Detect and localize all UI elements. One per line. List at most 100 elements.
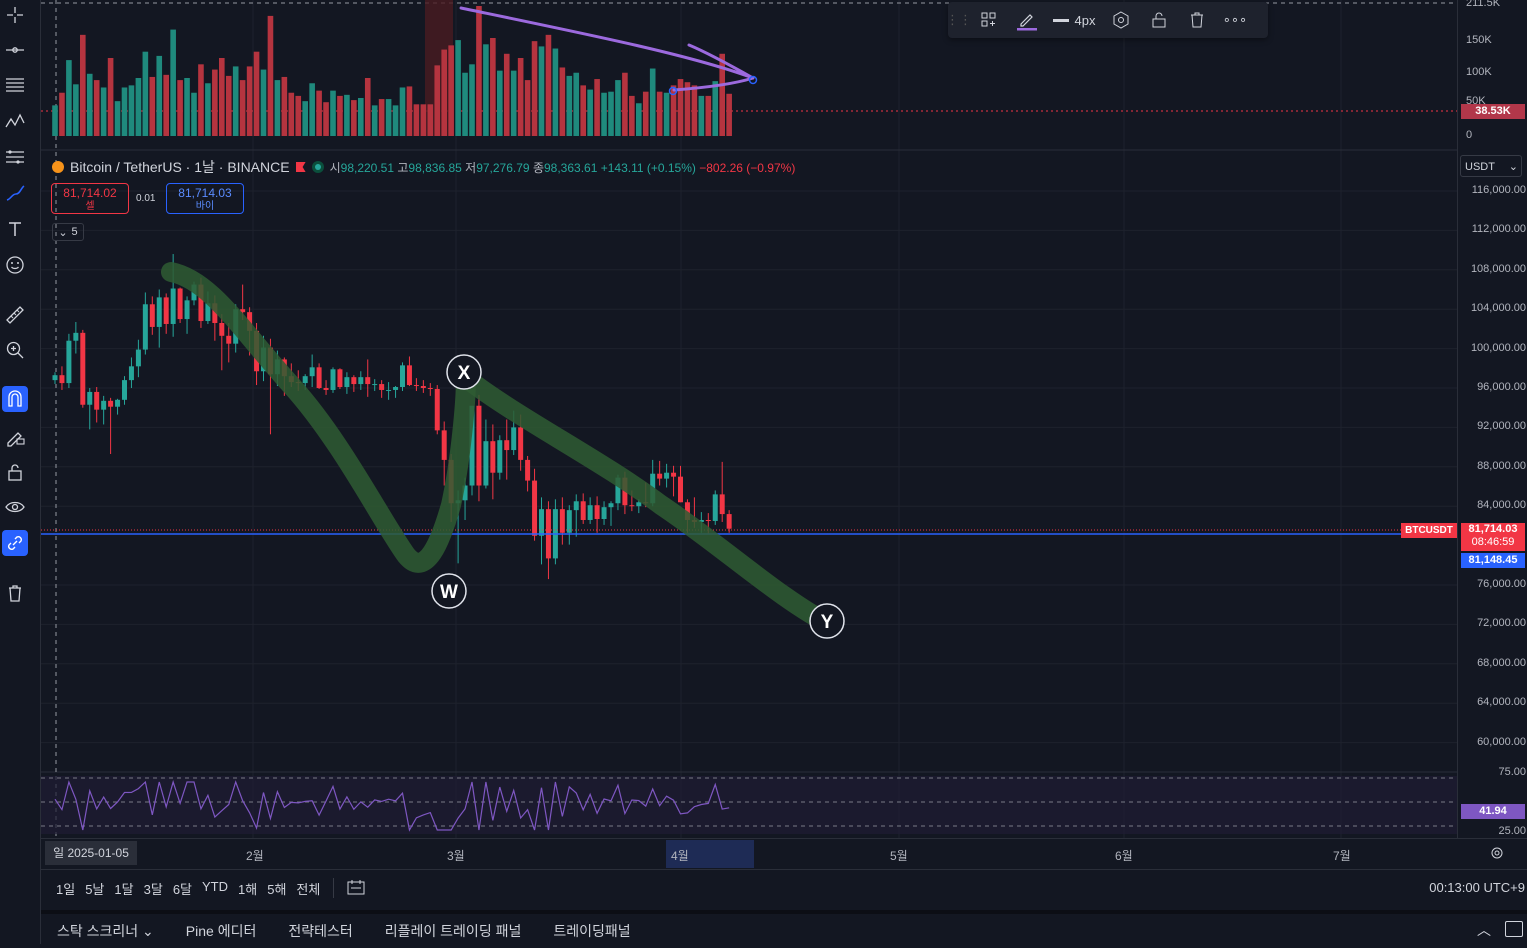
candle-body bbox=[511, 427, 517, 451]
bottom-panel-tabs: 스탁 스크리너 ⌄ Pine 에디터 전략테스터 리플레이 트레이딩 패널 트레이딩패널… bbox=[41, 910, 1527, 948]
drag-handle-icon[interactable]: ⋮⋮ bbox=[946, 5, 972, 35]
trend-line-icon[interactable] bbox=[2, 37, 28, 63]
price-axis-label: 96,000.00 bbox=[1477, 381, 1526, 393]
line-width-button[interactable]: 4px bbox=[1046, 5, 1102, 35]
candle-body bbox=[490, 441, 496, 473]
volume-bar bbox=[184, 78, 190, 136]
magnet-icon[interactable] bbox=[2, 386, 28, 412]
volume-bar bbox=[128, 85, 135, 136]
volume-bar bbox=[351, 100, 357, 136]
candle-body bbox=[705, 519, 711, 521]
text-icon[interactable] bbox=[2, 216, 28, 242]
range-button[interactable]: 6달 bbox=[168, 879, 197, 898]
templates-icon[interactable] bbox=[970, 5, 1008, 35]
range-button[interactable]: 1해 bbox=[233, 879, 262, 898]
brush-icon[interactable] bbox=[2, 180, 28, 206]
bottom-tab[interactable]: Pine 에디터 bbox=[170, 921, 273, 941]
candle-body bbox=[726, 514, 732, 529]
svg-text:X: X bbox=[458, 363, 471, 384]
fib-retracement-icon[interactable] bbox=[2, 72, 28, 98]
range-button[interactable]: YTD bbox=[197, 879, 233, 898]
candle-body bbox=[316, 367, 322, 388]
lock-drawing-icon[interactable] bbox=[2, 423, 28, 449]
wave-y-brush[interactable] bbox=[456, 368, 841, 635]
settings-gear-icon[interactable] bbox=[1489, 845, 1505, 861]
prediction-icon[interactable] bbox=[2, 144, 28, 170]
ruler-icon[interactable] bbox=[2, 302, 28, 328]
lock-icon[interactable] bbox=[2, 459, 28, 485]
time-axis[interactable]: 일 2025-01-05 2월 3월 4월 5월 6월 7월 bbox=[41, 838, 1527, 869]
bar-countdown: 08:46:59 bbox=[1471, 536, 1515, 548]
volume-bar bbox=[538, 46, 545, 136]
volume-bar bbox=[156, 55, 163, 136]
change-value: +143.11 (+0.15%) bbox=[600, 160, 696, 175]
volume-bar bbox=[622, 72, 628, 136]
unlock-icon[interactable] bbox=[1140, 5, 1178, 35]
zoom-icon[interactable] bbox=[2, 337, 28, 363]
eye-icon[interactable] bbox=[2, 494, 28, 520]
volume-bar bbox=[469, 64, 475, 136]
flag-icon[interactable] bbox=[295, 162, 306, 172]
volume-bar bbox=[434, 65, 441, 136]
bottom-tab[interactable]: 트레이딩패널 bbox=[537, 921, 646, 941]
close-label: 종 bbox=[532, 160, 544, 175]
volume-bar bbox=[462, 72, 468, 136]
price-axis-label: 116,000.00 bbox=[1471, 184, 1526, 196]
link-icon[interactable] bbox=[2, 530, 28, 556]
volume-bar bbox=[232, 66, 239, 136]
goto-date-icon[interactable] bbox=[342, 879, 370, 898]
time-axis-label: 7월 bbox=[1333, 849, 1351, 863]
rsi-pane[interactable] bbox=[41, 776, 1457, 834]
symbol-title[interactable]: Bitcoin / TetherUS · 1날 · BINANCE bbox=[70, 157, 290, 177]
volume-bar bbox=[392, 105, 399, 136]
volume-bar bbox=[149, 76, 156, 136]
wave-label-x[interactable]: X bbox=[446, 354, 482, 390]
range-button[interactable]: 3달 bbox=[139, 879, 168, 898]
crosshair-icon[interactable] bbox=[2, 2, 28, 28]
more-icon[interactable]: ∘∘∘ bbox=[1216, 5, 1254, 35]
settings-icon[interactable] bbox=[1102, 5, 1140, 35]
volume-bar bbox=[330, 90, 336, 136]
emoji-icon[interactable] bbox=[2, 252, 28, 278]
volume-bar bbox=[726, 93, 732, 136]
line-color-icon[interactable] bbox=[1008, 5, 1046, 35]
price-chart[interactable]: W X Y bbox=[41, 0, 1457, 838]
volume-bar bbox=[636, 103, 642, 136]
bottom-tab[interactable]: 리플레이 트레이딩 패널 bbox=[369, 921, 538, 941]
clock[interactable]: 00:13:00 UTC+9 bbox=[1429, 880, 1525, 895]
chart-canvas[interactable]: W X Y bbox=[41, 0, 1457, 838]
volume-bar bbox=[358, 98, 364, 136]
rsi-top-label: 75.00 bbox=[1498, 766, 1526, 778]
wave-label-y[interactable]: Y bbox=[809, 603, 845, 639]
currency-label: USDT bbox=[1465, 161, 1495, 173]
range-button[interactable]: 전체 bbox=[291, 879, 325, 898]
volume-bar bbox=[295, 95, 302, 136]
volume-bar bbox=[691, 85, 698, 136]
time-axis-label: 3월 bbox=[447, 849, 465, 863]
buy-label: 바이 bbox=[195, 201, 215, 212]
bottom-tab[interactable]: 스탁 스크리너 ⌄ bbox=[41, 921, 170, 941]
wave-label-w[interactable]: W bbox=[431, 573, 467, 609]
candle-body bbox=[539, 509, 544, 536]
candle-body bbox=[156, 297, 162, 327]
pattern-icon[interactable] bbox=[2, 107, 28, 133]
maximize-icon[interactable] bbox=[1505, 921, 1523, 937]
sell-button[interactable]: 81,714.02 셀 bbox=[51, 183, 129, 214]
indicators-collapse-button[interactable]: ⌄ 5 bbox=[52, 223, 84, 241]
bottom-tab[interactable]: 전략테스터 bbox=[272, 921, 368, 941]
volume-bar bbox=[483, 44, 489, 136]
candle-body bbox=[441, 430, 447, 460]
range-button[interactable]: 1일 bbox=[51, 879, 80, 898]
market-status-icon[interactable] bbox=[311, 161, 324, 173]
trash-icon[interactable] bbox=[2, 580, 28, 606]
range-button[interactable]: 5날 bbox=[80, 879, 109, 898]
volume-bar bbox=[225, 75, 232, 136]
buy-button[interactable]: 81,714.03 바이 bbox=[166, 183, 244, 214]
price-axis-label: 100,000.00 bbox=[1470, 341, 1526, 354]
range-button[interactable]: 5해 bbox=[262, 879, 291, 898]
range-button[interactable]: 1달 bbox=[109, 879, 138, 898]
price-axis[interactable]: USDT ⌄ 116,000.00 112,000.00 108,000.00 104,… bbox=[1457, 0, 1527, 838]
delete-icon[interactable] bbox=[1178, 5, 1216, 35]
chevron-up-icon[interactable]: ︿ bbox=[1477, 920, 1491, 940]
currency-select[interactable]: USDT ⌄ bbox=[1460, 155, 1522, 177]
